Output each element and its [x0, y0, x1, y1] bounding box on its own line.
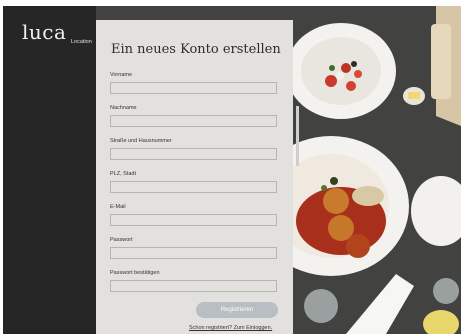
luca-logo: luca [22, 20, 67, 44]
app-frame: luca Location Ein neues Konto erstellen … [3, 6, 461, 334]
email-input[interactable] [110, 214, 277, 226]
last-name-label: Nachname [110, 105, 137, 111]
password-label: Passwort [110, 237, 133, 243]
zip-city-input[interactable] [110, 181, 277, 193]
last-name-input[interactable] [110, 115, 277, 127]
zip-city-label: PLZ, Stadt [110, 171, 136, 177]
password-confirm-label: Passwort bestätigen [110, 270, 160, 276]
form-title: Ein neues Konto erstellen [111, 42, 281, 57]
sidebar: luca Location [3, 6, 96, 334]
email-label: E-Mail [110, 204, 126, 210]
password-input[interactable] [110, 247, 277, 259]
login-link[interactable]: Schon registriert? Zum Einloggen. [189, 325, 272, 331]
first-name-input[interactable] [110, 82, 277, 94]
register-button[interactable]: Registrieren [196, 302, 278, 318]
location-label: Location [71, 39, 92, 45]
password-confirm-input[interactable] [110, 280, 277, 292]
street-label: Straße und Hausnummer [110, 138, 172, 144]
registration-panel: Ein neues Konto erstellen Vorname Nachna… [96, 20, 293, 334]
first-name-label: Vorname [110, 72, 133, 78]
street-input[interactable] [110, 148, 277, 160]
